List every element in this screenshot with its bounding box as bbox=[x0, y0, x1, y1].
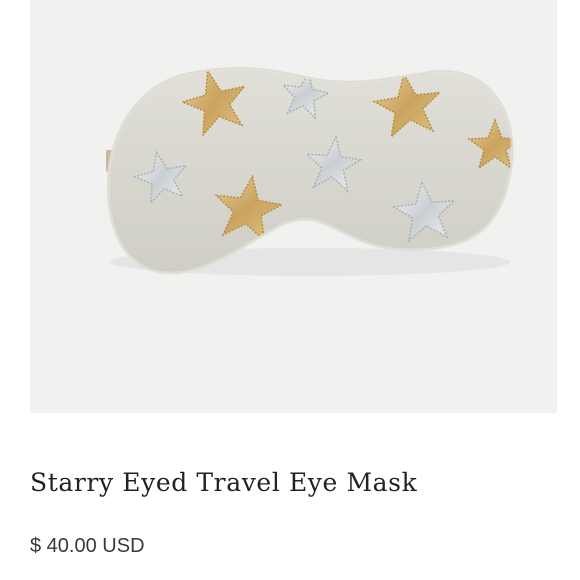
eye-mask-illustration bbox=[106, 66, 514, 276]
product-page: Starry Eyed Travel Eye Mask $ 40.00 USD bbox=[0, 0, 580, 580]
product-price: $ 40.00 USD bbox=[30, 535, 145, 557]
product-title[interactable]: Starry Eyed Travel Eye Mask bbox=[30, 470, 550, 495]
product-image[interactable] bbox=[30, 0, 557, 413]
